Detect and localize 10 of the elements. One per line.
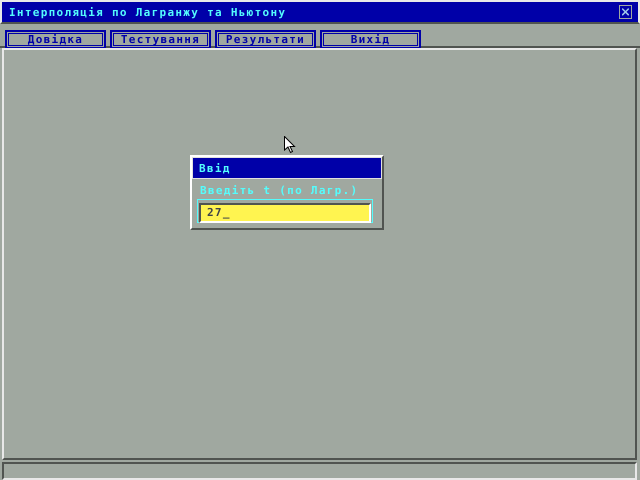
window-title: Інтерполяція по Лагранжу та Ньютону xyxy=(9,6,286,18)
menu-button[interactable]: Тестування xyxy=(110,30,211,49)
close-button[interactable]: × xyxy=(619,5,632,19)
input-field[interactable]: 27_ xyxy=(197,199,373,223)
menu-button[interactable]: Довідка xyxy=(5,30,106,49)
menu-button[interactable]: Результати xyxy=(215,30,316,49)
dialog-title: Ввід xyxy=(192,157,382,179)
prompt-label: Введіть t (по Лагр.) xyxy=(200,184,360,198)
pointer-icon xyxy=(284,136,296,154)
menu-button[interactable]: Вихід xyxy=(320,30,421,49)
